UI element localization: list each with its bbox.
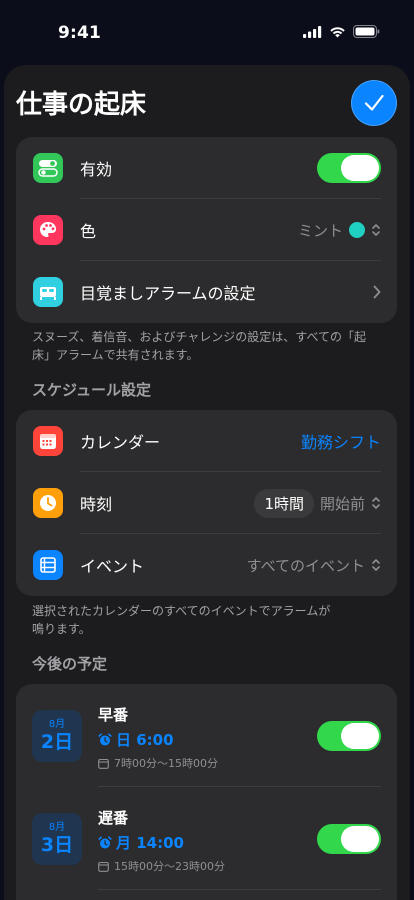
- alarm-clock-icon: [98, 732, 112, 745]
- upcoming-card: 8月 2日 早番 日 6:00 7時00分〜15時00分 8月 3日 遅番 月 …: [16, 684, 397, 900]
- event-label: イベント: [80, 557, 145, 576]
- event-list-icon: [33, 550, 63, 580]
- calendar-small-icon: [98, 758, 109, 769]
- date-day: 3日: [40, 834, 74, 856]
- event-value: すべてのイベント: [246, 556, 365, 575]
- color-value: ミント: [297, 221, 343, 240]
- cellular-signal-icon: [303, 25, 322, 38]
- alarm-settings-label: 目覚ましアラームの設定: [80, 284, 256, 303]
- alarm-time-text: 日 6:00: [116, 731, 174, 749]
- event-title: 早番: [98, 706, 129, 724]
- alarm-clock-icon: [98, 835, 112, 848]
- battery-icon: [353, 25, 380, 38]
- toggle-switch-icon: [33, 153, 63, 183]
- bed-icon: [33, 277, 63, 307]
- event-range-text: 7時00分〜15時00分: [114, 757, 218, 770]
- date-day: 2日: [40, 731, 74, 753]
- chevron-up-down-icon: [372, 224, 380, 236]
- calendar-small-icon: [98, 861, 109, 872]
- date-badge: 8月 3日: [32, 813, 82, 865]
- enabled-row: 有効: [16, 137, 397, 199]
- enabled-toggle[interactable]: [317, 153, 381, 183]
- mint-color-swatch: [349, 222, 365, 238]
- settings-footnote: スヌーズ、着信音、およびチャレンジの設定は、すべての「起床」アラームで共有されま…: [32, 330, 366, 362]
- color-row[interactable]: 色 ミント: [16, 199, 397, 261]
- calendar-row[interactable]: カレンダー 勤務シフト: [16, 410, 397, 472]
- alarm-settings-row[interactable]: 目覚ましアラームの設定: [16, 261, 397, 323]
- time-offset-picker[interactable]: 1時間: [254, 488, 314, 518]
- upcoming-section-title: 今後の予定: [32, 655, 108, 673]
- alarm-time: 日 6:00: [98, 729, 174, 750]
- calendar-icon: [33, 426, 63, 456]
- event-row[interactable]: イベント すべてのイベント: [16, 534, 397, 596]
- calendar-label: カレンダー: [80, 433, 161, 452]
- event-alarm-toggle[interactable]: [317, 824, 381, 854]
- done-button[interactable]: [351, 80, 397, 126]
- date-month: 8月: [48, 719, 66, 730]
- settings-card: 有効 色 ミント 目覚ましアラームの設定: [16, 137, 397, 323]
- event-range: 15時00分〜23時00分: [98, 858, 225, 874]
- schedule-footnote: 選択されたカレンダーのすべてのイベントでアラームが鳴ります。: [32, 604, 331, 636]
- wifi-icon: [330, 26, 345, 37]
- time-relation-value[interactable]: 開始前: [320, 493, 365, 514]
- time-row: 時刻 1時間 開始前: [16, 472, 397, 534]
- status-bar: 9:41: [0, 0, 414, 64]
- list-item: 8月 3日 遅番 月 14:00 15時00分〜23時00分: [16, 787, 397, 890]
- status-time: 9:41: [58, 23, 102, 43]
- checkmark-icon: [364, 94, 384, 111]
- time-label: 時刻: [80, 495, 113, 514]
- event-alarm-toggle[interactable]: [317, 721, 381, 751]
- clock-icon: [33, 488, 63, 518]
- schedule-card: カレンダー 勤務シフト 時刻 1時間 開始前 イベント すべてのイベント: [16, 410, 397, 596]
- list-item: 8月 2日 早番 日 6:00 7時00分〜15時00分: [16, 684, 397, 787]
- alarm-time-text: 月 14:00: [116, 834, 184, 852]
- palette-icon: [33, 215, 63, 245]
- calendar-value[interactable]: 勤務シフト: [301, 429, 381, 453]
- event-title: 遅番: [98, 809, 129, 827]
- status-icons: [303, 25, 380, 38]
- event-range-text: 15時00分〜23時00分: [114, 860, 225, 873]
- enabled-label: 有効: [80, 160, 113, 179]
- date-badge: 8月 2日: [32, 710, 82, 762]
- schedule-section-title: スケジュール設定: [32, 381, 151, 399]
- chevron-up-down-icon: [372, 559, 380, 571]
- chevron-up-down-icon: [372, 497, 380, 509]
- chevron-right-icon: [373, 285, 381, 299]
- color-label: 色: [80, 222, 97, 241]
- event-range: 7時00分〜15時00分: [98, 755, 218, 771]
- alarm-time: 月 14:00: [98, 832, 184, 853]
- date-month: 8月: [48, 822, 66, 833]
- page-title: 仕事の起床: [16, 90, 147, 120]
